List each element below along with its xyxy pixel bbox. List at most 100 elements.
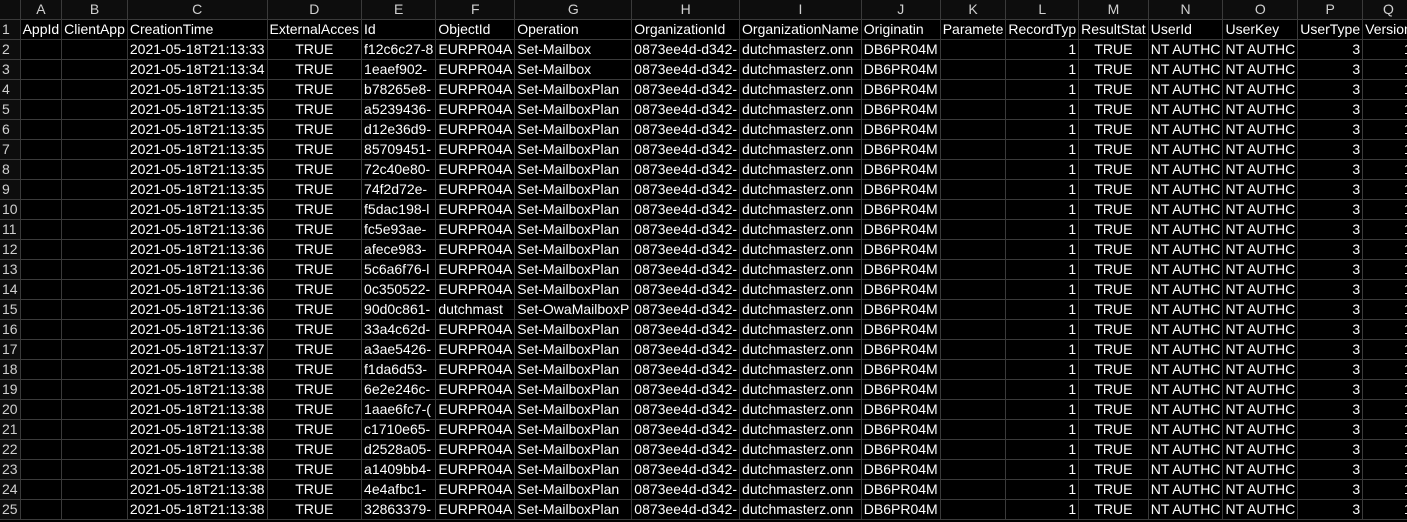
row-header[interactable]: 9: [0, 179, 21, 200]
header-cell[interactable]: Operation: [514, 19, 633, 40]
cell[interactable]: [61, 439, 128, 460]
cell[interactable]: DB6PR04M: [861, 339, 941, 360]
cell[interactable]: TRUE: [1078, 419, 1149, 440]
column-header-e[interactable]: E: [361, 0, 437, 20]
cell[interactable]: TRUE: [1078, 199, 1149, 220]
cell[interactable]: 3: [1297, 399, 1364, 420]
cell[interactable]: 4e4afbc1-: [361, 479, 437, 500]
cell[interactable]: EURPR04A: [435, 459, 516, 480]
cell[interactable]: TRUE: [1078, 39, 1149, 60]
cell[interactable]: TRUE: [1078, 159, 1149, 180]
cell[interactable]: TRUE: [267, 459, 363, 480]
row-header[interactable]: 14: [0, 279, 21, 300]
cell[interactable]: TRUE: [1078, 99, 1149, 120]
cell[interactable]: TRUE: [267, 499, 363, 520]
column-header-b[interactable]: B: [61, 0, 128, 20]
cell[interactable]: DB6PR04M: [861, 59, 941, 80]
column-header-i[interactable]: I: [739, 0, 862, 20]
cell[interactable]: Set-Mailbox: [514, 39, 633, 60]
cell[interactable]: [940, 319, 1007, 340]
cell[interactable]: f12c6c27-8: [361, 39, 437, 60]
cell[interactable]: [61, 359, 128, 380]
cell[interactable]: TRUE: [1078, 299, 1149, 320]
cell[interactable]: 2021-05-18T21:13:33: [127, 39, 268, 60]
row-header[interactable]: 19: [0, 379, 21, 400]
cell[interactable]: DB6PR04M: [861, 479, 941, 500]
cell[interactable]: [940, 499, 1007, 520]
cell[interactable]: 3: [1297, 499, 1364, 520]
cell[interactable]: Set-MailboxPlan: [514, 79, 633, 100]
cell[interactable]: [61, 239, 128, 260]
cell[interactable]: EURPR04A: [435, 359, 516, 380]
cell[interactable]: DB6PR04M: [861, 239, 941, 260]
cell[interactable]: TRUE: [1078, 399, 1149, 420]
cell[interactable]: DB6PR04M: [861, 219, 941, 240]
cell[interactable]: DB6PR04M: [861, 419, 941, 440]
cell[interactable]: 1: [1362, 79, 1407, 100]
cell[interactable]: [20, 199, 63, 220]
cell[interactable]: [940, 179, 1007, 200]
cell[interactable]: 3: [1297, 419, 1364, 440]
cell[interactable]: NT AUTHC: [1148, 399, 1224, 420]
cell[interactable]: TRUE: [267, 139, 363, 160]
cell[interactable]: 0873ee4d-d342-: [631, 379, 741, 400]
cell[interactable]: [61, 299, 128, 320]
cell[interactable]: TRUE: [267, 159, 363, 180]
cell[interactable]: NT AUTHC: [1148, 279, 1224, 300]
cell[interactable]: EURPR04A: [435, 79, 516, 100]
cell[interactable]: f1da6d53-: [361, 359, 437, 380]
cell[interactable]: 74f2d72e-: [361, 179, 437, 200]
cell[interactable]: Set-MailboxPlan: [514, 339, 633, 360]
cell[interactable]: [20, 319, 63, 340]
cell[interactable]: EURPR04A: [435, 419, 516, 440]
cell[interactable]: 1: [1005, 319, 1080, 340]
cell[interactable]: [20, 179, 63, 200]
cell[interactable]: b78265e8-: [361, 79, 437, 100]
row-header[interactable]: 2: [0, 39, 21, 60]
cell[interactable]: Set-MailboxPlan: [514, 499, 633, 520]
cell[interactable]: 0c350522-: [361, 279, 437, 300]
cell[interactable]: DB6PR04M: [861, 79, 941, 100]
cell[interactable]: NT AUTHC: [1148, 479, 1224, 500]
cell[interactable]: 2021-05-18T21:13:35: [127, 119, 268, 140]
cell[interactable]: NT AUTHC: [1148, 379, 1224, 400]
cell[interactable]: [61, 259, 128, 280]
cell[interactable]: dutchmasterz.onn: [739, 119, 862, 140]
cell[interactable]: 1: [1362, 319, 1407, 340]
cell[interactable]: [20, 399, 63, 420]
column-header-q[interactable]: Q: [1362, 0, 1407, 20]
cell[interactable]: 1: [1005, 439, 1080, 460]
cell[interactable]: 1: [1362, 159, 1407, 180]
cell[interactable]: 3: [1297, 339, 1364, 360]
cell[interactable]: TRUE: [267, 199, 363, 220]
cell[interactable]: 1: [1005, 159, 1080, 180]
cell[interactable]: NT AUTHC: [1222, 59, 1299, 80]
cell[interactable]: 3: [1297, 159, 1364, 180]
cell[interactable]: 90d0c861-: [361, 299, 437, 320]
row-header[interactable]: 25: [0, 499, 21, 520]
cell[interactable]: [940, 379, 1007, 400]
cell[interactable]: DB6PR04M: [861, 499, 941, 520]
cell[interactable]: DB6PR04M: [861, 199, 941, 220]
cell[interactable]: 2021-05-18T21:13:38: [127, 419, 268, 440]
cell[interactable]: Set-MailboxPlan: [514, 219, 633, 240]
cell[interactable]: Set-MailboxPlan: [514, 199, 633, 220]
column-header-n[interactable]: N: [1148, 0, 1224, 20]
cell[interactable]: 0873ee4d-d342-: [631, 439, 741, 460]
cell[interactable]: TRUE: [267, 259, 363, 280]
cell[interactable]: dutchmasterz.onn: [739, 219, 862, 240]
cell[interactable]: [61, 199, 128, 220]
cell[interactable]: 1: [1005, 279, 1080, 300]
cell[interactable]: NT AUTHC: [1222, 139, 1299, 160]
cell[interactable]: dutchmasterz.onn: [739, 39, 862, 60]
cell[interactable]: 1: [1005, 299, 1080, 320]
cell[interactable]: 2021-05-18T21:13:38: [127, 439, 268, 460]
cell[interactable]: DB6PR04M: [861, 279, 941, 300]
cell[interactable]: 1: [1005, 119, 1080, 140]
cell[interactable]: [940, 479, 1007, 500]
cell[interactable]: EURPR04A: [435, 159, 516, 180]
cell[interactable]: [20, 339, 63, 360]
cell[interactable]: EURPR04A: [435, 379, 516, 400]
cell[interactable]: 2021-05-18T21:13:36: [127, 259, 268, 280]
cell[interactable]: 3: [1297, 299, 1364, 320]
